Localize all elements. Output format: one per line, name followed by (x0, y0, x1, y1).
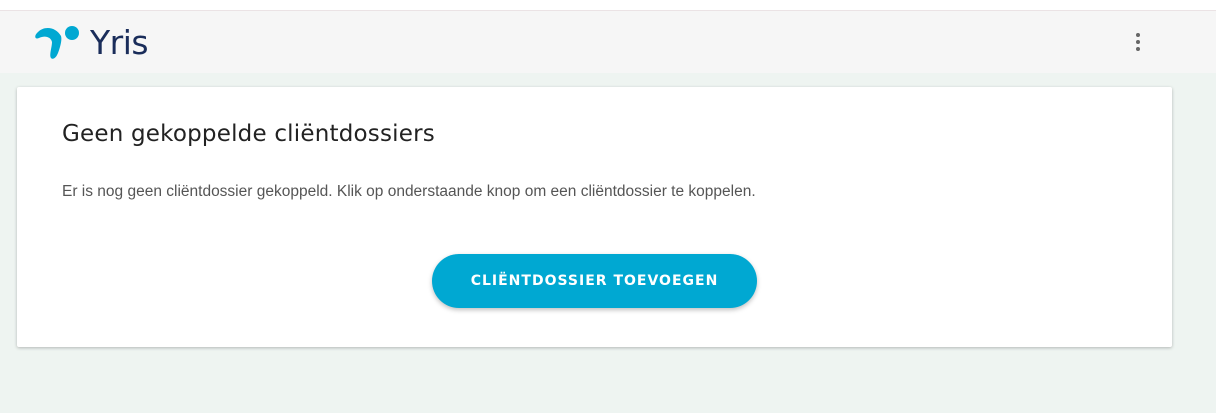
empty-state-card: Geen gekoppelde cliëntdossiers Er is nog… (17, 87, 1172, 347)
app-header: Yris (0, 11, 1216, 73)
card-description: Er is nog geen cliëntdossier gekoppeld. … (62, 183, 756, 200)
add-client-dossier-button[interactable]: CLIËNTDOSSIER TOEVOEGEN (432, 254, 757, 308)
more-menu-button[interactable] (1126, 27, 1150, 57)
top-border (0, 0, 1216, 11)
card-title: Geen gekoppelde cliëntdossiers (62, 121, 435, 147)
app-logo[interactable]: Yris (34, 23, 149, 63)
yris-logo-icon (35, 26, 79, 59)
more-vertical-icon (1136, 33, 1140, 37)
app-name: Yris (90, 23, 149, 62)
